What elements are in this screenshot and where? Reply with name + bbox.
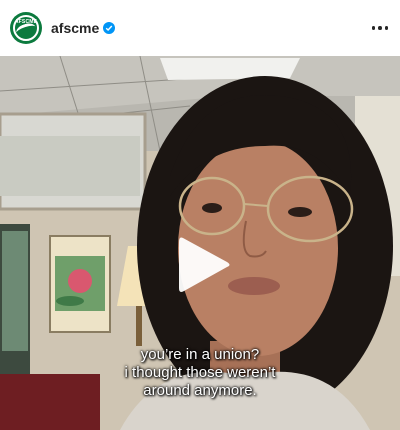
more-options-icon[interactable] [371,18,388,38]
video-player[interactable]: you’re in a union? i thought those weren… [0,56,400,430]
video-caption: you’re in a union? i thought those weren… [0,346,400,400]
caption-line: you’re in a union? [140,346,260,363]
caption-line: i thought those weren’t [124,364,276,381]
play-icon[interactable] [177,234,231,296]
caption-line: around anymore. [143,382,257,399]
afscme-logo-icon[interactable]: AFSCME [10,12,42,44]
verified-badge-icon [103,22,116,34]
post-header: AFSCME afscme [0,0,400,56]
username[interactable]: afscme [51,20,99,36]
